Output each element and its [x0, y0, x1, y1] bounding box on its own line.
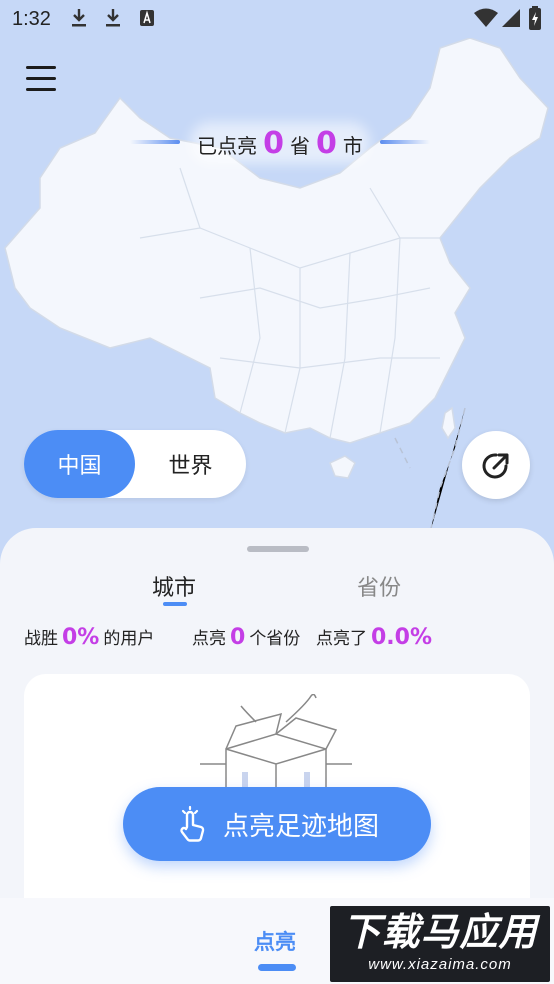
toggle-world[interactable]: 世界: [135, 430, 246, 498]
menu-icon-bar: [26, 66, 56, 69]
status-bar: 1:32: [0, 0, 554, 38]
province-count: 0: [263, 125, 284, 161]
menu-icon-bar: [26, 77, 56, 80]
toggle-china[interactable]: 中国: [24, 430, 135, 498]
city-unit: 市: [342, 133, 363, 158]
stat-beat-prefix: 战胜: [24, 629, 58, 649]
download-icon: [106, 9, 120, 27]
stat-lit-provinces: 点亮 0 个省份: [192, 624, 300, 650]
status-time: 1:32: [12, 8, 51, 30]
banner-decor-line: [380, 140, 430, 144]
stat-beat-value: 0%: [62, 625, 100, 650]
region-toggle[interactable]: 中国 世界: [24, 430, 246, 498]
stat-lit-percent: 点亮了 0.0%: [316, 624, 432, 650]
stat-lit-suffix: 个省份: [249, 629, 301, 649]
wifi-icon: [474, 8, 498, 27]
stat-pct-value: 0.0%: [371, 625, 433, 650]
menu-button[interactable]: [26, 66, 60, 96]
banner-prefix: 已点亮: [197, 133, 258, 158]
tab-indicator: [163, 602, 187, 606]
light-footprint-map-button[interactable]: 点亮足迹地图: [123, 787, 431, 861]
download-icon: [72, 9, 86, 27]
tap-hand-icon: [180, 805, 205, 842]
city-count: 0: [316, 125, 337, 161]
banner-decor-line: [130, 140, 180, 144]
province-unit: 省: [290, 133, 310, 158]
tab-province[interactable]: 省份: [357, 570, 401, 602]
stat-beat: 战胜 0% 的用户: [24, 624, 154, 650]
menu-icon-bar: [26, 88, 56, 91]
share-icon: [482, 453, 509, 479]
battery-icon: [529, 6, 541, 30]
stats-row: 战胜 0% 的用户 点亮 0 个省份 点亮了 0.0%: [24, 624, 544, 654]
watermark-main: 下载马应用: [342, 910, 538, 954]
signal-icon: [502, 9, 520, 27]
site-watermark: 下载马应用 www.xiazaima.com: [330, 906, 550, 982]
stat-pct-prefix: 点亮了: [316, 629, 367, 649]
cta-label: 点亮足迹地图: [222, 811, 379, 842]
watermark-sub: www.xiazaima.com: [368, 956, 512, 973]
stat-lit-prefix: 点亮: [192, 629, 226, 649]
nav-item-light[interactable]: 点亮: [254, 926, 296, 956]
stat-lit-value: 0: [230, 625, 246, 650]
share-button[interactable]: [462, 431, 530, 499]
lit-count-banner: 已点亮 0 省 0 市: [130, 116, 430, 170]
nav-active-indicator: [258, 964, 296, 971]
tab-city[interactable]: 城市: [152, 570, 196, 602]
keyboard-icon: [140, 10, 154, 26]
stat-beat-suffix: 的用户: [103, 629, 155, 649]
sheet-drag-handle[interactable]: [247, 546, 309, 552]
